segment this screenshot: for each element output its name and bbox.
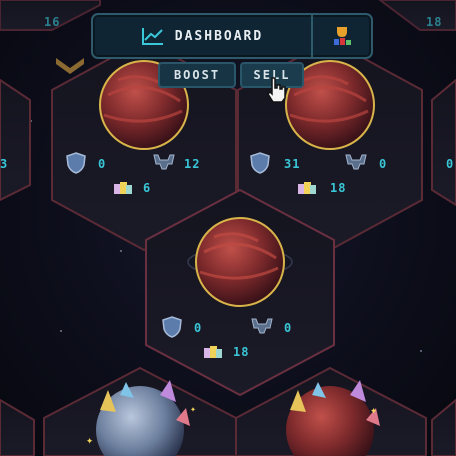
hex-tile [431,78,456,207]
chart-icon [141,28,163,45]
top-nav-bar: DASHBOARD [91,13,373,59]
svg-text:✦: ✦ [370,403,377,417]
edge-value: 16 [44,15,61,29]
hand-cursor-icon [267,77,286,103]
hex-tile [0,398,35,456]
crystal-icon [114,182,132,194]
hex-tile [431,398,456,456]
tab-boost[interactable]: BOOST [158,62,236,88]
dashboard-button[interactable]: DASHBOARD [93,15,313,57]
crystal-count: 18 [330,181,347,195]
shield-count: 0 [98,157,107,171]
shield-count: 0 [194,321,203,335]
ship-icon [345,154,367,170]
shield-icon [250,152,270,174]
svg-text:✦: ✦ [86,433,93,447]
shield-icon [162,316,182,338]
ship-icon [251,318,273,334]
crystal-icon [298,182,316,194]
ship-count: 12 [184,157,201,171]
edge-value: 0 [446,157,455,171]
shield-count: 31 [284,157,301,171]
crystal-count: 6 [143,181,152,195]
leaderboard-button[interactable] [313,15,371,57]
edge-value: 3 [0,157,9,171]
crystal-count: 18 [233,345,250,359]
hex-tile [0,78,31,202]
ship-icon [153,154,175,170]
trophy-icon [334,27,351,45]
chevron-down-icon [56,58,84,74]
hex-tile [378,0,456,31]
shield-icon [66,152,86,174]
ship-count: 0 [379,157,388,171]
edge-value: 18 [426,15,443,29]
dashboard-label: DASHBOARD [174,28,264,44]
ship-count: 0 [284,321,293,335]
svg-text:✦: ✦ [190,404,196,415]
crystal-icon [204,346,222,358]
